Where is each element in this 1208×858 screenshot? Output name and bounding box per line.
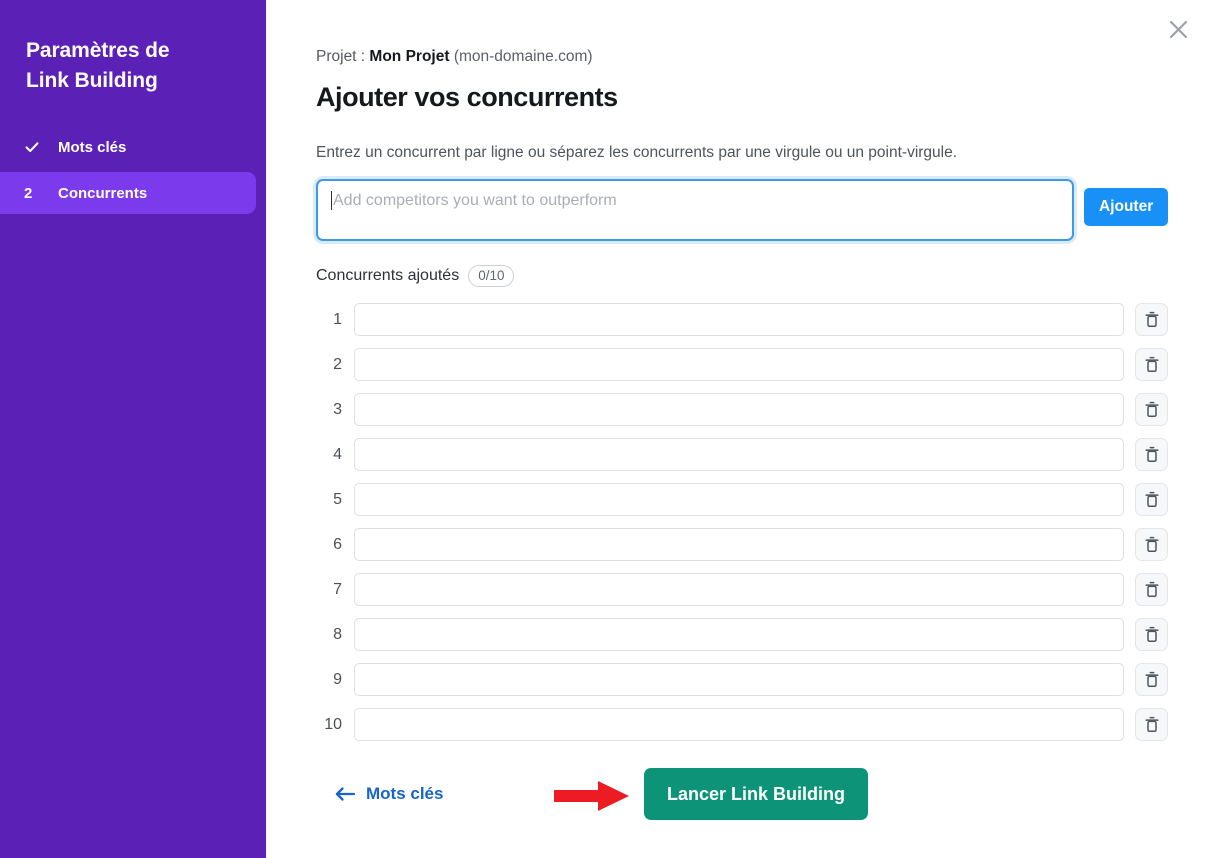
delete-competitor-button[interactable] <box>1135 528 1168 561</box>
competitor-row-number: 10 <box>316 716 354 734</box>
trash-icon <box>1144 671 1160 688</box>
trash-icon <box>1144 356 1160 373</box>
competitor-row-input[interactable] <box>354 438 1124 471</box>
sidebar: Paramètres de Link Building Mots clés 2 … <box>0 0 266 858</box>
competitor-row: 5 <box>316 477 1208 522</box>
competitor-row-input[interactable] <box>354 348 1124 381</box>
red-arrow-annotation-icon <box>554 780 630 812</box>
competitor-row-number: 4 <box>316 446 354 464</box>
trash-icon <box>1144 581 1160 598</box>
competitor-row-input[interactable] <box>354 303 1124 336</box>
competitors-textarea[interactable]: Add competitors you want to outperform <box>316 179 1074 241</box>
competitor-row-input[interactable] <box>354 528 1124 561</box>
footer-actions: Mots clés Lancer Link Building <box>316 768 1208 820</box>
delete-competitor-button[interactable] <box>1135 348 1168 381</box>
sidebar-item-label: Mots clés <box>56 139 126 156</box>
close-button[interactable] <box>1159 10 1197 48</box>
competitor-row-input[interactable] <box>354 393 1124 426</box>
competitor-row-number: 3 <box>316 401 354 419</box>
competitor-row-input[interactable] <box>354 663 1124 696</box>
trash-icon <box>1144 536 1160 553</box>
delete-competitor-button[interactable] <box>1135 303 1168 336</box>
delete-competitor-button[interactable] <box>1135 663 1168 696</box>
competitor-row-number: 8 <box>316 626 354 644</box>
competitor-row: 6 <box>316 522 1208 567</box>
trash-icon <box>1144 491 1160 508</box>
sidebar-title: Paramètres de Link Building <box>0 36 232 96</box>
back-link-label: Mots clés <box>366 784 443 804</box>
link-building-settings-modal: Paramètres de Link Building Mots clés 2 … <box>0 0 1208 858</box>
competitors-textarea-placeholder: Add competitors you want to outperform <box>333 189 617 212</box>
project-breadcrumb: Projet : Mon Projet (mon-domaine.com) <box>316 46 1208 68</box>
competitor-row-number: 1 <box>316 311 354 329</box>
competitor-row-input[interactable] <box>354 618 1124 651</box>
launch-link-building-button[interactable]: Lancer Link Building <box>644 768 868 820</box>
delete-competitor-button[interactable] <box>1135 438 1168 471</box>
trash-icon <box>1144 401 1160 418</box>
competitor-row: 2 <box>316 342 1208 387</box>
sidebar-item-label: Concurrents <box>56 185 147 202</box>
competitor-row-number: 9 <box>316 671 354 689</box>
delete-competitor-button[interactable] <box>1135 573 1168 606</box>
project-domain: (mon-domaine.com) <box>454 48 593 65</box>
back-to-keywords-link[interactable]: Mots clés <box>316 784 443 804</box>
competitor-rows-list: 1 2 3 4 5 6 7 8 9 10 <box>316 297 1208 747</box>
competitor-row-number: 2 <box>316 356 354 374</box>
trash-icon <box>1144 716 1160 733</box>
page-title: Ajouter vos concurrents <box>316 80 1208 114</box>
competitor-row: 9 <box>316 657 1208 702</box>
arrow-left-icon <box>334 786 356 802</box>
close-icon <box>1166 17 1191 42</box>
competitor-row: 10 <box>316 702 1208 747</box>
competitor-row-number: 7 <box>316 581 354 599</box>
competitor-row: 4 <box>316 432 1208 477</box>
step-number: 2 <box>22 185 56 202</box>
delete-competitor-button[interactable] <box>1135 708 1168 741</box>
competitor-row-input[interactable] <box>354 483 1124 516</box>
competitor-row-number: 5 <box>316 491 354 509</box>
competitor-row-input[interactable] <box>354 708 1124 741</box>
trash-icon <box>1144 626 1160 643</box>
counter-badge: 0/10 <box>468 265 514 287</box>
competitor-row: 7 <box>316 567 1208 612</box>
competitor-row: 8 <box>316 612 1208 657</box>
sidebar-nav: Mots clés 2 Concurrents <box>0 126 266 214</box>
main-panel: Projet : Mon Projet (mon-domaine.com) Aj… <box>266 0 1208 858</box>
sidebar-item-concurrents[interactable]: 2 Concurrents <box>0 172 256 214</box>
sidebar-item-mots-cles[interactable]: Mots clés <box>0 126 256 168</box>
content-area: Projet : Mon Projet (mon-domaine.com) Aj… <box>266 0 1208 820</box>
trash-icon <box>1144 446 1160 463</box>
project-prefix: Projet : <box>316 48 365 65</box>
delete-competitor-button[interactable] <box>1135 483 1168 516</box>
check-icon <box>22 139 56 155</box>
helper-text: Entrez un concurrent par ligne ou sépare… <box>316 140 1028 165</box>
delete-competitor-button[interactable] <box>1135 393 1168 426</box>
add-button[interactable]: Ajouter <box>1084 188 1168 226</box>
competitor-row-number: 6 <box>316 536 354 554</box>
added-competitors-counter: Concurrents ajoutés 0/10 <box>316 265 1208 287</box>
counter-label: Concurrents ajoutés <box>316 267 459 285</box>
delete-competitor-button[interactable] <box>1135 618 1168 651</box>
trash-icon <box>1144 311 1160 328</box>
text-caret <box>331 191 332 210</box>
competitor-row: 3 <box>316 387 1208 432</box>
competitor-row: 1 <box>316 297 1208 342</box>
competitor-row-input[interactable] <box>354 573 1124 606</box>
competitor-entry-row: Add competitors you want to outperform A… <box>316 179 1208 241</box>
project-name: Mon Projet <box>369 48 449 65</box>
